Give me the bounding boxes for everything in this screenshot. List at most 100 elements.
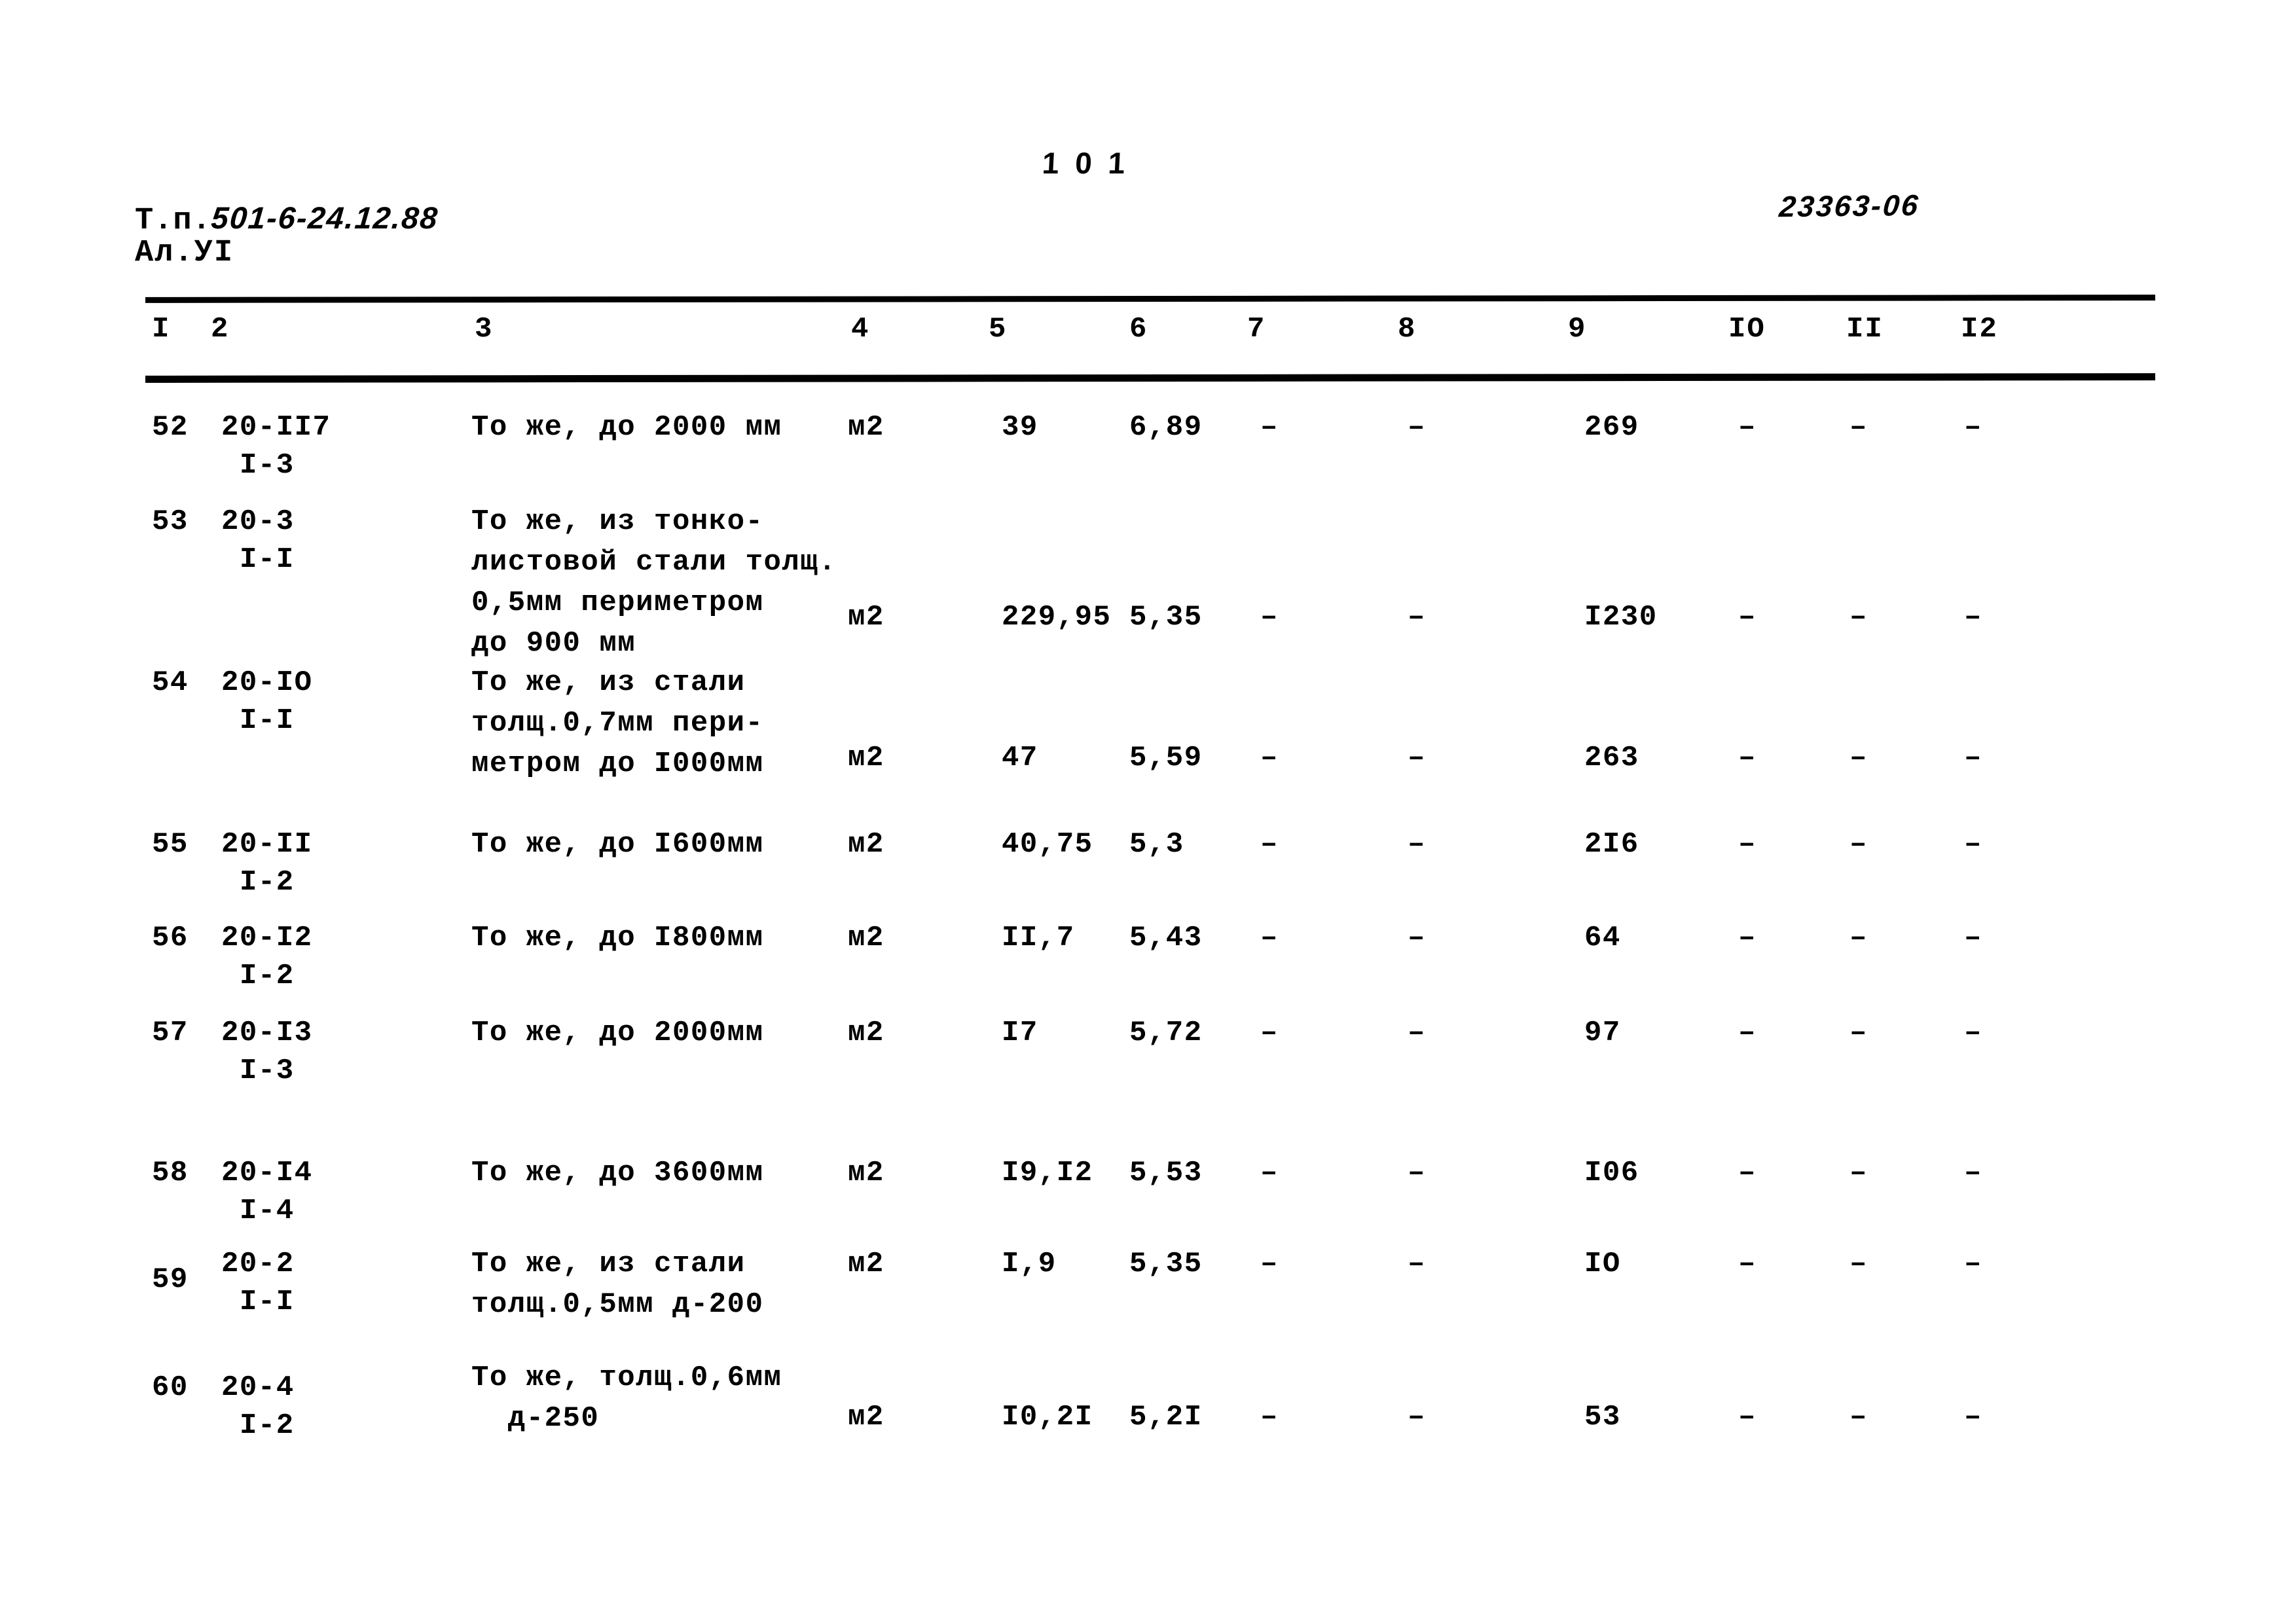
row-col9: I06 bbox=[1584, 1157, 1639, 1189]
row-description-line: То же, до I800мм bbox=[471, 922, 764, 954]
row-price: 5,35 bbox=[1129, 1248, 1203, 1280]
row-col11: – bbox=[1850, 1017, 1868, 1049]
column-header-8: 8 bbox=[1398, 313, 1417, 346]
row-subcode: I-I bbox=[240, 704, 295, 737]
row-col11: – bbox=[1850, 411, 1868, 444]
row-col12: – bbox=[1964, 411, 1982, 444]
row-price: 6,89 bbox=[1129, 411, 1203, 444]
row-col7: – bbox=[1260, 1017, 1279, 1049]
row-col12: – bbox=[1964, 922, 1982, 954]
row-subcode: I-I bbox=[240, 543, 295, 576]
column-header-1: I bbox=[152, 313, 171, 346]
row-col9: 263 bbox=[1584, 742, 1639, 774]
row-col11: – bbox=[1850, 828, 1868, 861]
typical-project-line: Т.п.501-6-24.12.88 bbox=[135, 200, 440, 238]
row-col7: – bbox=[1260, 922, 1279, 954]
row-quantity: I0,2I bbox=[1002, 1401, 1093, 1434]
row-description-line: То же, из тонко- bbox=[471, 505, 764, 538]
row-col12: – bbox=[1964, 828, 1982, 861]
row-code: 20-I2 bbox=[221, 922, 313, 954]
row-col12: – bbox=[1964, 1017, 1982, 1049]
row-unit: м2 bbox=[848, 1401, 884, 1434]
page-number: 1 0 1 bbox=[1041, 146, 1130, 180]
row-col10: – bbox=[1738, 411, 1757, 444]
row-price: 5,59 bbox=[1129, 742, 1203, 774]
row-col7: – bbox=[1260, 828, 1279, 861]
row-unit: м2 bbox=[848, 1157, 884, 1189]
table-top-rule bbox=[145, 295, 2156, 303]
row-col8: – bbox=[1408, 1157, 1426, 1189]
row-quantity: II,7 bbox=[1002, 922, 1075, 954]
row-col8: – bbox=[1408, 1017, 1426, 1049]
row-number: 55 bbox=[152, 828, 189, 861]
row-description-line: д-250 bbox=[471, 1402, 600, 1435]
row-subcode: I-I bbox=[240, 1286, 295, 1318]
row-col11: – bbox=[1850, 1157, 1868, 1189]
row-code: 20-IO bbox=[221, 666, 313, 699]
row-col8: – bbox=[1408, 411, 1426, 444]
row-quantity: I,9 bbox=[1002, 1248, 1057, 1280]
row-col12: – bbox=[1964, 601, 1982, 634]
row-quantity: I7 bbox=[1002, 1017, 1038, 1049]
row-col7: – bbox=[1260, 742, 1279, 774]
row-unit: м2 bbox=[848, 742, 884, 774]
row-col11: – bbox=[1850, 601, 1868, 634]
row-number: 54 bbox=[152, 666, 189, 699]
row-quantity: 39 bbox=[1002, 411, 1038, 444]
row-unit: м2 bbox=[848, 411, 884, 444]
row-col8: – bbox=[1408, 1401, 1426, 1434]
row-unit: м2 bbox=[848, 828, 884, 861]
document-code: 23363-06 bbox=[1777, 188, 1922, 224]
row-code: 20-4 bbox=[221, 1371, 295, 1404]
row-number: 53 bbox=[152, 505, 189, 538]
row-col9: 269 bbox=[1584, 411, 1639, 444]
row-price: 5,43 bbox=[1129, 922, 1203, 954]
row-quantity: I9,I2 bbox=[1002, 1157, 1093, 1189]
row-col7: – bbox=[1260, 1157, 1279, 1189]
row-unit: м2 bbox=[848, 922, 884, 954]
row-description-line: То же, до I600мм bbox=[471, 828, 764, 861]
row-subcode: I-3 bbox=[240, 449, 295, 482]
row-description-line: листовой стали толщ. bbox=[471, 546, 837, 579]
row-price: 5,72 bbox=[1129, 1017, 1203, 1049]
row-description-line: То же, из стали bbox=[471, 666, 746, 699]
row-description-line: до 900 мм bbox=[471, 627, 636, 660]
row-description-line: То же, толщ.0,6мм bbox=[471, 1362, 782, 1394]
row-col7: – bbox=[1260, 601, 1279, 634]
row-number: 59 bbox=[152, 1263, 189, 1296]
tp-prefix-label: Т.п. bbox=[135, 204, 211, 238]
column-header-5: 5 bbox=[989, 313, 1008, 346]
row-code: 20-I3 bbox=[221, 1017, 313, 1049]
row-col8: – bbox=[1408, 1248, 1426, 1280]
row-col10: – bbox=[1738, 1401, 1757, 1434]
row-col9: 2I6 bbox=[1584, 828, 1639, 861]
row-col10: – bbox=[1738, 828, 1757, 861]
column-header-3: 3 bbox=[475, 313, 494, 346]
row-description-line: То же, до 2000мм bbox=[471, 1017, 764, 1049]
row-subcode: I-4 bbox=[240, 1195, 295, 1227]
row-number: 57 bbox=[152, 1017, 189, 1049]
row-col8: – bbox=[1408, 828, 1426, 861]
row-price: 5,2I bbox=[1129, 1401, 1203, 1434]
column-header-11: II bbox=[1846, 313, 1884, 346]
row-subcode: I-2 bbox=[240, 1409, 295, 1442]
row-unit: м2 bbox=[848, 1248, 884, 1280]
row-description-line: толщ.0,7мм пери- bbox=[471, 707, 764, 740]
row-code: 20-3 bbox=[221, 505, 295, 538]
row-col10: – bbox=[1738, 601, 1757, 634]
row-description-line: 0,5мм периметром bbox=[471, 586, 764, 619]
row-col10: – bbox=[1738, 1157, 1757, 1189]
row-col12: – bbox=[1964, 1157, 1982, 1189]
row-col11: – bbox=[1850, 1248, 1868, 1280]
row-col7: – bbox=[1260, 1248, 1279, 1280]
row-subcode: I-3 bbox=[240, 1055, 295, 1087]
row-col9: 53 bbox=[1584, 1401, 1621, 1434]
row-col11: – bbox=[1850, 922, 1868, 954]
row-number: 58 bbox=[152, 1157, 189, 1189]
row-col8: – bbox=[1408, 922, 1426, 954]
album-label: Ал.УI bbox=[135, 236, 234, 270]
row-price: 5,3 bbox=[1129, 828, 1184, 861]
row-col8: – bbox=[1408, 601, 1426, 634]
document-page: 1 0 1 23363-06 Т.п.501-6-24.12.88 Ал.УI … bbox=[0, 0, 2296, 1624]
row-description-line: То же, до 2000 мм bbox=[471, 411, 782, 444]
